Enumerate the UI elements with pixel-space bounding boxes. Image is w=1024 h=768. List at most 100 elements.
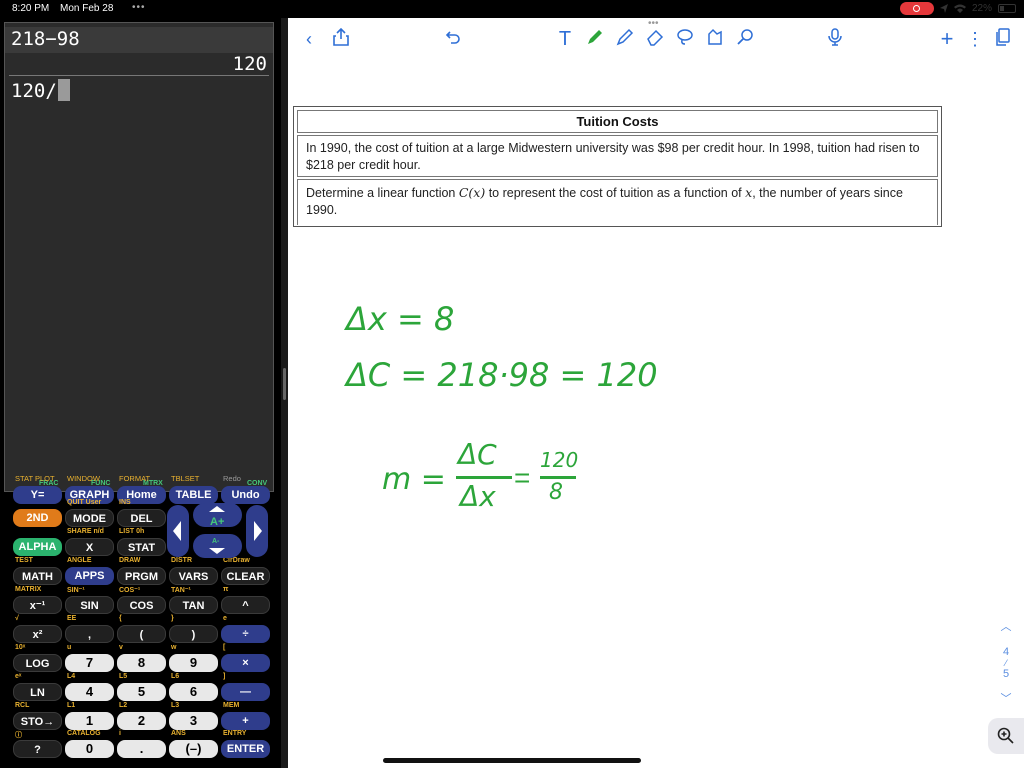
zoom-icon xyxy=(997,727,1014,744)
key-table[interactable]: TABLE xyxy=(169,486,218,504)
key-one[interactable]: 1 xyxy=(65,712,114,730)
hw-fraction-den-2: 8 xyxy=(549,480,563,505)
key-seven[interactable]: 7 xyxy=(65,654,114,672)
battery-icon xyxy=(998,4,1016,13)
key-top-label: STAT PLOT xyxy=(15,474,55,483)
ln-alt-label: eˣ xyxy=(15,673,22,680)
key-help[interactable]: ? xyxy=(13,740,62,758)
key-x[interactable]: X xyxy=(65,538,114,556)
key-lparen[interactable]: ( xyxy=(117,625,166,643)
key-x-inv[interactable]: x⁻¹ xyxy=(13,596,62,614)
clear-alt-label: CirDraw xyxy=(223,557,250,564)
hw-slope-label: m = xyxy=(382,462,446,497)
hw-fraction-bar-2 xyxy=(540,476,576,479)
key-zero[interactable]: 0 xyxy=(65,740,114,758)
arrow-dpad[interactable] xyxy=(165,503,270,558)
page-total: 5 xyxy=(1002,668,1010,680)
entry-text: 120/ xyxy=(11,80,57,102)
key-stat[interactable]: STAT xyxy=(117,538,166,556)
key-vars[interactable]: VARS xyxy=(169,567,218,585)
x_inv-alt-label: MATRIX xyxy=(15,586,42,593)
key-second[interactable]: 2ND xyxy=(13,509,62,527)
key-rparen[interactable]: ) xyxy=(169,625,218,643)
key-four[interactable]: 4 xyxy=(65,683,114,701)
three-alt-label: L3 xyxy=(171,702,180,709)
key-undo[interactable]: Undo xyxy=(221,486,270,504)
screen-recording-indicator[interactable] xyxy=(899,2,934,15)
key-log[interactable]: LOG xyxy=(13,654,62,672)
key-a-plus[interactable]: A+ xyxy=(210,516,224,528)
eight-alt-label: v xyxy=(119,644,123,651)
key-tan[interactable]: TAN xyxy=(169,596,218,614)
key-comma[interactable]: , xyxy=(65,625,114,643)
plus-alt-label: MEM xyxy=(223,702,240,709)
divider-handle[interactable] xyxy=(283,368,286,400)
hw-equals: = xyxy=(514,462,531,493)
key-del[interactable]: DEL xyxy=(117,509,166,527)
key-minus[interactable]: — xyxy=(221,683,270,701)
key-sto[interactable]: STO→ xyxy=(13,712,62,730)
page-down-icon[interactable]: ﹀ xyxy=(998,690,1014,706)
key-clear[interactable]: CLEAR xyxy=(221,567,270,585)
lparen-alt-label: { xyxy=(119,615,122,622)
key-six[interactable]: 6 xyxy=(169,683,218,701)
status-bar-right: 22% xyxy=(899,2,1016,15)
hw-fraction-den-1: Δx xyxy=(460,480,496,513)
key-dot[interactable]: . xyxy=(117,740,166,758)
minus-alt-label: ] xyxy=(223,673,226,680)
key-nine[interactable]: 9 xyxy=(169,654,218,672)
text-cursor xyxy=(57,79,70,101)
hw-delta-x: Δx = 8 xyxy=(346,300,455,338)
log-alt-label: 10ˣ xyxy=(15,644,26,651)
key-cos[interactable]: COS xyxy=(117,596,166,614)
key-top-label: TBLSET xyxy=(171,474,200,483)
times-alt-label: [ xyxy=(223,644,226,651)
home-indicator[interactable] xyxy=(383,758,641,763)
cos-alt-label: COS⁻¹ xyxy=(119,587,141,594)
battery-percent: 22% xyxy=(971,3,992,14)
key-divide[interactable]: ÷ xyxy=(221,625,270,643)
sto-alt-label: RCL xyxy=(15,702,30,709)
ipad-split-screen: 8:20 PM Mon Feb 28 ••• 22% 218−98 120 12… xyxy=(0,0,1024,768)
key-math[interactable]: MATH xyxy=(13,567,62,585)
key-three[interactable]: 3 xyxy=(169,712,218,730)
key-times[interactable]: × xyxy=(221,654,270,672)
key-ln[interactable]: LN xyxy=(13,683,62,701)
x-alt-label: SHARE n/d xyxy=(67,528,104,535)
notes-app: ••• ‹ T + ⋮ Tuition Costs In 1990, the c… xyxy=(288,18,1024,768)
key-plus[interactable]: + xyxy=(221,712,270,730)
page-navigator[interactable]: ︿ 4 ⁄ 5 ﹀ xyxy=(998,618,1014,706)
key-top-label: WINDOW xyxy=(67,474,100,483)
key-sin[interactable]: SIN xyxy=(65,596,114,614)
help-alt-label: ⓘ xyxy=(15,732,22,739)
one-alt-label: L1 xyxy=(67,702,76,709)
key-enter[interactable]: ENTER xyxy=(221,740,270,758)
zoom-button[interactable] xyxy=(988,718,1024,754)
vars-alt-label: DISTR xyxy=(171,557,192,564)
caret-alt-label: π xyxy=(223,586,229,593)
five-alt-label: L5 xyxy=(119,673,128,680)
multitask-dots-left[interactable]: ••• xyxy=(132,2,146,13)
key-caret[interactable]: ^ xyxy=(221,596,270,614)
page-up-icon[interactable]: ︿ xyxy=(998,618,1014,634)
calculator-screen[interactable]: 218−98 120 120/ xyxy=(4,22,274,492)
neg-alt-label: ANS xyxy=(171,730,186,737)
location-icon xyxy=(939,4,948,13)
key-y-eq[interactable]: Y= xyxy=(13,486,62,504)
key-mode[interactable]: MODE xyxy=(65,509,114,527)
key-neg[interactable]: (–) xyxy=(169,740,218,758)
seven-alt-label: u xyxy=(67,644,72,651)
key-alpha[interactable]: ALPHA xyxy=(13,538,62,556)
key-two[interactable]: 2 xyxy=(117,712,166,730)
key-eight[interactable]: 8 xyxy=(117,654,166,672)
key-a-minus[interactable]: A- xyxy=(212,538,219,545)
key-x-sq[interactable]: x² xyxy=(13,625,62,643)
sin-alt-label: SIN⁻¹ xyxy=(67,587,85,594)
six-alt-label: L6 xyxy=(171,673,180,680)
key-apps[interactable]: APPS xyxy=(65,567,114,585)
key-five[interactable]: 5 xyxy=(117,683,166,701)
key-prgm[interactable]: PRGM xyxy=(117,567,166,585)
comma-alt-label: EE xyxy=(67,615,77,622)
history-result: 120 xyxy=(232,53,267,75)
divide-alt-label: e xyxy=(223,615,227,622)
